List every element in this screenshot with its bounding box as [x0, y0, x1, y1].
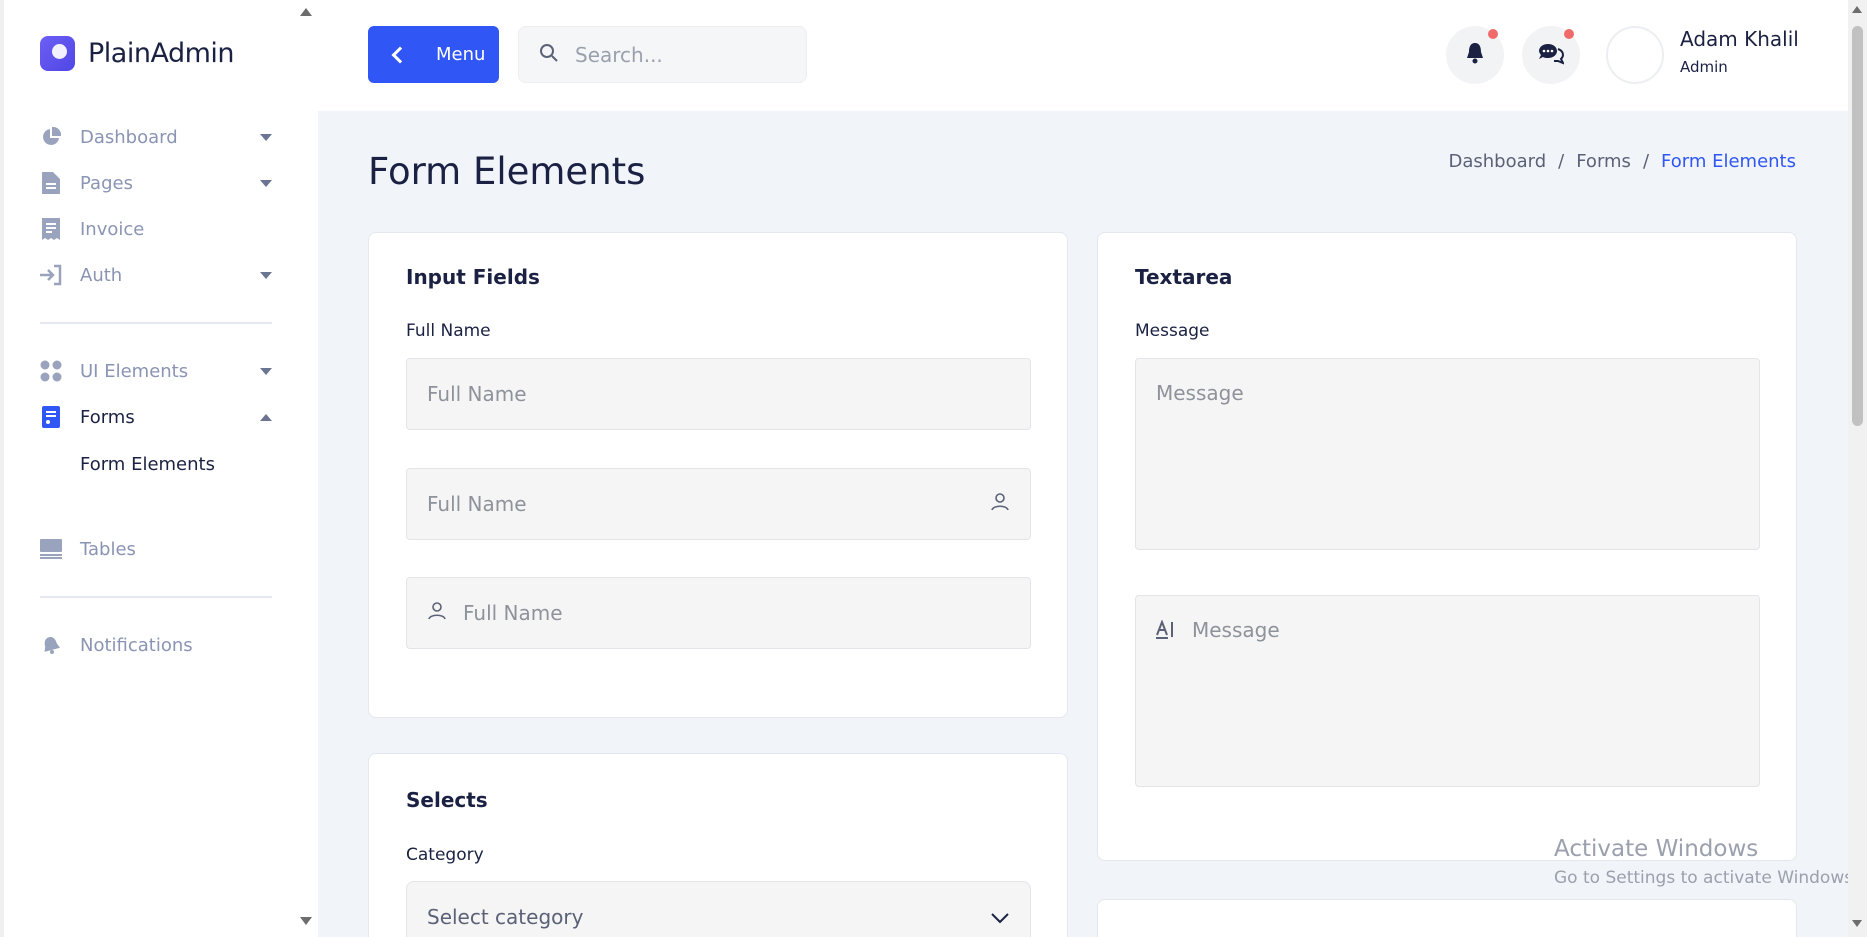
scroll-down-arrow[interactable]: [1852, 920, 1862, 927]
sidebar-divider: [40, 596, 272, 598]
next-card: [1097, 899, 1797, 937]
breadcrumb-current: Form Elements: [1661, 151, 1796, 172]
breadcrumb-separator: /: [1642, 151, 1650, 172]
page-title: Form Elements: [368, 150, 646, 193]
full-name-input[interactable]: [427, 492, 990, 516]
text-format-icon: [1156, 619, 1176, 644]
notifications-button[interactable]: [1446, 26, 1504, 84]
selects-card: Selects Category Select category: [368, 753, 1068, 937]
sidebar-item-pages[interactable]: Pages: [40, 160, 272, 206]
user-icon: [990, 492, 1010, 516]
sidebar-divider: [40, 322, 272, 324]
sidebar-subitem-form-elements[interactable]: Form Elements: [40, 440, 272, 488]
user-icon: [427, 601, 447, 625]
sidebar-item-label: Dashboard: [80, 126, 178, 148]
brand-logo-icon: [40, 36, 75, 71]
textarea-card: Textarea Message: [1097, 232, 1797, 861]
breadcrumb: Dashboard / Forms / Form Elements: [1448, 151, 1796, 172]
page-scrollbar[interactable]: [1848, 0, 1867, 937]
breadcrumb-link-dashboard[interactable]: Dashboard: [1448, 151, 1546, 172]
menu-button-label: Menu: [436, 44, 486, 65]
breadcrumb-link-forms[interactable]: Forms: [1576, 151, 1631, 172]
sidebar-item-auth[interactable]: Auth: [40, 252, 272, 298]
card-title: Input Fields: [406, 265, 540, 289]
messages-button[interactable]: [1522, 26, 1580, 84]
message-badge: [1564, 29, 1574, 39]
sidebar-nav: Dashboard Pages Invoice Auth UI Elements…: [40, 114, 272, 668]
message-textarea[interactable]: [1156, 381, 1739, 527]
grid-icon: [40, 360, 62, 382]
search-input[interactable]: [575, 42, 775, 67]
login-icon: [40, 264, 62, 286]
sidebar-item-label: UI Elements: [80, 360, 189, 382]
full-name-input[interactable]: [427, 382, 1010, 406]
notification-badge: [1488, 29, 1498, 39]
avatar[interactable]: [1606, 26, 1664, 84]
receipt-icon: [40, 218, 62, 240]
chat-icon: [1538, 41, 1566, 69]
watermark-title: Activate Windows: [1554, 836, 1759, 862]
message-field[interactable]: [1135, 358, 1760, 550]
sidebar: PlainAdmin Dashboard Pages Invoice Auth …: [0, 0, 318, 937]
search-box[interactable]: [518, 26, 807, 83]
field-label: Message: [1135, 321, 1210, 341]
brand-name: PlainAdmin: [88, 38, 235, 69]
field-label: Category: [406, 845, 484, 865]
user-role: Admin: [1680, 58, 1728, 76]
card-title: Selects: [406, 788, 488, 812]
chevron-down-icon: [990, 905, 1010, 929]
chevron-left-icon: [391, 46, 409, 63]
input-fields-card: Input Fields Full Name: [368, 232, 1068, 718]
message-textarea[interactable]: [1192, 618, 1739, 764]
full-name-field-icon-left[interactable]: [406, 577, 1031, 649]
full-name-field[interactable]: [406, 358, 1031, 430]
chevron-down-icon: [260, 272, 272, 279]
bell-icon: [1464, 41, 1486, 69]
search-icon: [539, 43, 559, 67]
form-icon: [40, 406, 62, 428]
sidebar-item-label: Forms: [80, 406, 135, 428]
full-name-field-icon-right[interactable]: [406, 468, 1031, 540]
sidebar-item-notifications[interactable]: Notifications: [40, 622, 272, 668]
category-select[interactable]: Select category: [406, 881, 1031, 937]
windows-activation-watermark: Activate Windows Go to Settings to activ…: [1554, 836, 1859, 888]
top-header: Menu Adam Khalil Admin: [318, 0, 1848, 111]
field-label: Full Name: [406, 321, 491, 341]
sidebar-item-label: Invoice: [80, 218, 145, 240]
pie-chart-icon: [40, 126, 62, 148]
scroll-up-arrow[interactable]: [1852, 6, 1862, 13]
category-select-value: Select category: [427, 905, 584, 929]
watermark-subtitle: Go to Settings to activate Windows.: [1554, 868, 1859, 888]
full-name-input[interactable]: [463, 601, 1010, 625]
sidebar-item-invoice[interactable]: Invoice: [40, 206, 272, 252]
brand[interactable]: PlainAdmin: [40, 36, 235, 71]
sidebar-item-ui-elements[interactable]: UI Elements: [40, 348, 272, 394]
menu-toggle-button[interactable]: Menu: [368, 26, 499, 83]
scrollbar-thumb[interactable]: [1852, 26, 1863, 426]
sidebar-item-label: Pages: [80, 172, 133, 194]
sidebar-item-dashboard[interactable]: Dashboard: [40, 114, 272, 160]
message-field-with-icon[interactable]: [1135, 595, 1760, 787]
chevron-up-icon: [260, 414, 272, 421]
user-name[interactable]: Adam Khalil: [1680, 27, 1799, 51]
sidebar-scroll-up-arrow[interactable]: [300, 8, 312, 16]
breadcrumb-separator: /: [1558, 151, 1565, 172]
table-icon: [40, 538, 62, 560]
sidebar-scroll-down-arrow[interactable]: [300, 917, 312, 925]
chevron-down-icon: [260, 368, 272, 375]
sidebar-item-label: Tables: [80, 538, 136, 560]
sidebar-item-tables[interactable]: Tables: [40, 526, 272, 572]
card-title: Textarea: [1135, 265, 1233, 289]
chevron-down-icon: [260, 180, 272, 187]
bell-icon: [40, 634, 62, 656]
sidebar-item-forms[interactable]: Forms: [40, 394, 272, 440]
chevron-down-icon: [260, 134, 272, 141]
sidebar-item-label: Auth: [80, 264, 123, 286]
sidebar-item-label: Notifications: [80, 634, 193, 656]
file-icon: [40, 172, 62, 194]
